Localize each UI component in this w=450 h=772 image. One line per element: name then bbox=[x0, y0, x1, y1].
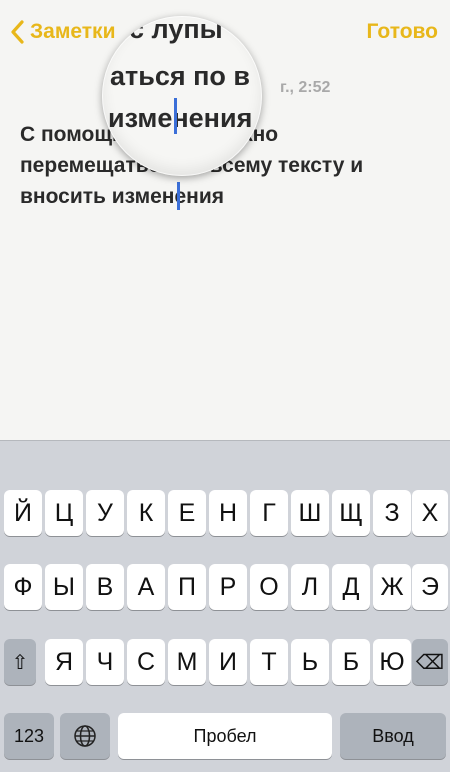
key-row1[interactable]: У bbox=[86, 490, 124, 536]
done-button[interactable]: Готово bbox=[367, 20, 438, 44]
magnifier-loupe: с лупы аться по в изменения bbox=[102, 16, 262, 176]
key-row3[interactable]: С bbox=[127, 639, 165, 685]
key-row3[interactable]: Я bbox=[45, 639, 83, 685]
keyboard: Й Ц У К Е Н Г Ш Щ З Х Ф Ы В А П Р О Л Д … bbox=[0, 440, 450, 772]
magnifier-line-3: изменения bbox=[108, 103, 253, 133]
magnifier-line-2: аться по в bbox=[110, 61, 251, 91]
key-row1[interactable]: Ш bbox=[291, 490, 329, 536]
numbers-key[interactable]: 123 bbox=[4, 713, 54, 759]
key-row2[interactable]: Р bbox=[209, 564, 247, 610]
key-row2[interactable]: Ж bbox=[373, 564, 411, 610]
key-row2[interactable]: Л bbox=[291, 564, 329, 610]
space-key[interactable]: Пробел bbox=[118, 713, 332, 759]
back-label: Заметки bbox=[30, 20, 116, 43]
key-row2[interactable]: Э bbox=[412, 564, 448, 610]
key-row1[interactable]: К bbox=[127, 490, 165, 536]
key-row1[interactable]: Ц bbox=[45, 490, 83, 536]
key-row1[interactable]: Е bbox=[168, 490, 206, 536]
key-row2[interactable]: А bbox=[127, 564, 165, 610]
key-row1[interactable]: Х bbox=[412, 490, 448, 536]
note-date: г., 2:52 bbox=[280, 79, 331, 96]
key-row1[interactable]: З bbox=[373, 490, 411, 536]
shift-key[interactable]: ⇧ bbox=[4, 639, 36, 685]
globe-key[interactable] bbox=[60, 713, 110, 759]
chevron-left-icon bbox=[11, 20, 24, 44]
delete-icon: ⌫ bbox=[415, 651, 445, 674]
shift-icon: ⇧ bbox=[11, 651, 29, 674]
magnifier-caret bbox=[174, 98, 177, 134]
key-row3[interactable]: Ю bbox=[373, 639, 411, 685]
key-row3[interactable]: Ч bbox=[86, 639, 124, 685]
key-row1[interactable]: Щ bbox=[332, 490, 370, 536]
text-caret bbox=[177, 182, 180, 210]
key-row2[interactable]: Д bbox=[332, 564, 370, 610]
back-button[interactable]: Заметки bbox=[10, 16, 115, 48]
return-key[interactable]: Ввод bbox=[340, 713, 446, 759]
key-row3[interactable]: Т bbox=[250, 639, 288, 685]
key-row1[interactable]: Й bbox=[4, 490, 42, 536]
notes-area: Заметки Готово г., 2:52 С помощью лупы м… bbox=[0, 0, 450, 440]
key-row2[interactable]: Ы bbox=[45, 564, 83, 610]
key-row2[interactable]: Ф bbox=[4, 564, 42, 610]
key-row1[interactable]: Г bbox=[250, 490, 288, 536]
magnifier-line-1: с лупы bbox=[129, 16, 223, 44]
key-row3[interactable]: М bbox=[168, 639, 206, 685]
key-row3[interactable]: Б bbox=[332, 639, 370, 685]
key-row3[interactable]: И bbox=[209, 639, 247, 685]
key-row3[interactable]: Ь bbox=[291, 639, 329, 685]
key-row2[interactable]: О bbox=[250, 564, 288, 610]
key-row2[interactable]: В bbox=[86, 564, 124, 610]
globe-icon bbox=[74, 725, 96, 747]
key-row1[interactable]: Н bbox=[209, 490, 247, 536]
delete-key[interactable]: ⌫ bbox=[412, 639, 448, 685]
key-row2[interactable]: П bbox=[168, 564, 206, 610]
